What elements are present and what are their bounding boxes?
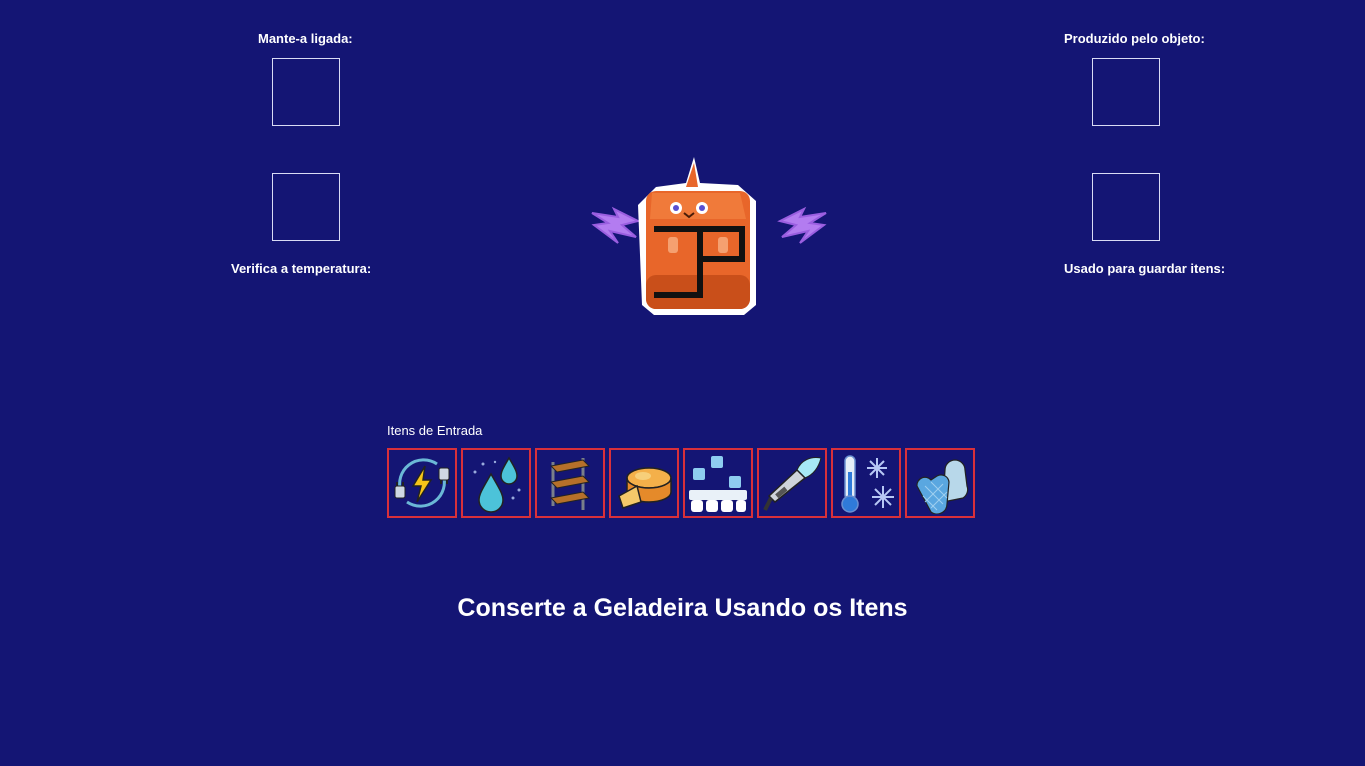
item-oven-mitt[interactable] (905, 448, 975, 518)
game-stage: Mante-a ligada: Verifica a temperatura: … (0, 0, 1365, 766)
drop-slot-keeps-on[interactable] (272, 58, 340, 126)
thermometer-snowflake-icon (841, 455, 894, 513)
slot-label-keeps-on: Mante-a ligada: (258, 31, 353, 46)
cheese-icon (618, 467, 672, 509)
item-shelves[interactable] (535, 448, 605, 518)
item-water-hose[interactable] (757, 448, 827, 518)
inventory-bar (387, 448, 975, 518)
drop-slot-storage[interactable] (1092, 173, 1160, 241)
item-power-plug[interactable] (387, 448, 457, 518)
item-water-drops[interactable] (461, 448, 531, 518)
item-thermometer-snowflake[interactable] (831, 448, 901, 518)
item-ice-cube-tray[interactable] (683, 448, 753, 518)
water-hose-icon (763, 457, 822, 511)
instruction-text: Conserte a Geladeira Usando os Itens (457, 594, 908, 622)
slot-label-temperature: Verifica a temperatura: (231, 261, 372, 276)
slot-label-produced: Produzido pelo objeto: (1064, 31, 1205, 46)
drop-slot-temperature[interactable] (272, 173, 340, 241)
inventory-title: Itens de Entrada (387, 423, 483, 438)
water-drops-icon (473, 456, 521, 513)
fridge-creature-image (591, 157, 827, 315)
power-plug-icon (394, 458, 450, 508)
slot-label-storage: Usado para guardar itens: (1064, 261, 1226, 276)
drop-slot-produced[interactable] (1092, 58, 1160, 126)
oven-mitt-icon (916, 459, 969, 514)
item-cheese[interactable] (609, 448, 679, 518)
ice-cube-tray-icon (689, 456, 747, 512)
shelves-icon (549, 458, 591, 510)
